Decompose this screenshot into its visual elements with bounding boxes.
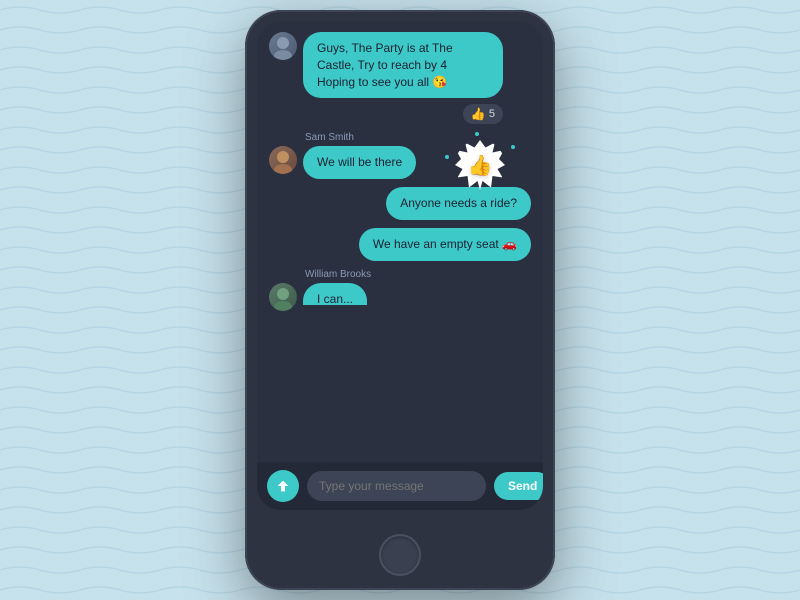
sender-name-william: William Brooks	[305, 269, 531, 280]
bubble-party-invite: Guys, The Party is at The Castle, Try to…	[303, 32, 503, 98]
message-group-4: We have an empty seat 🚗	[269, 228, 531, 261]
bubble-party-text-2: Hoping to see you all 😘	[317, 75, 447, 89]
message-row-1: Guys, The Party is at The Castle, Try to…	[269, 32, 531, 124]
bubble-william-truncated: I can...	[303, 283, 367, 305]
splat-thumb-icon: 👍	[468, 153, 493, 178]
send-button[interactable]: Send	[494, 472, 543, 500]
like-badge[interactable]: 👍 5	[463, 104, 503, 124]
home-button[interactable]	[379, 534, 421, 576]
splat-shape: 👍	[445, 130, 515, 200]
send-icon-button[interactable]	[267, 470, 299, 502]
arrow-up-icon	[275, 478, 291, 494]
message-group-1: Guys, The Party is at The Castle, Try to…	[269, 32, 531, 124]
phone-screen: Guys, The Party is at The Castle, Try to…	[257, 22, 543, 510]
avatar-william	[269, 283, 297, 311]
sparkle-4	[465, 196, 469, 200]
sparkle-1	[475, 132, 479, 136]
bubble-party-text-1: Guys, The Party is at The Castle, Try to…	[317, 41, 453, 72]
chat-area: Guys, The Party is at The Castle, Try to…	[257, 22, 543, 462]
like-count: 5	[489, 108, 495, 120]
phone-device: Guys, The Party is at The Castle, Try to…	[245, 10, 555, 590]
avatar-sam	[269, 146, 297, 174]
sparkle-2	[511, 145, 515, 149]
sparkle-3	[506, 191, 510, 195]
message-row-4: We have an empty seat 🚗	[269, 228, 531, 261]
bubble-empty-seat: We have an empty seat 🚗	[359, 228, 531, 261]
message-input[interactable]	[307, 471, 486, 501]
bubble-sam-reply: We will be there	[303, 146, 416, 179]
phone-body: Guys, The Party is at The Castle, Try to…	[245, 10, 555, 590]
message-row-5: I can...	[269, 283, 531, 311]
avatar-1	[269, 32, 297, 60]
reaction-splat: 👍	[445, 130, 515, 200]
input-area: Send	[257, 462, 543, 510]
thumb-up-icon: 👍	[471, 107, 486, 121]
message-group-5: William Brooks I can...	[269, 269, 531, 311]
sparkle-5	[445, 155, 449, 159]
